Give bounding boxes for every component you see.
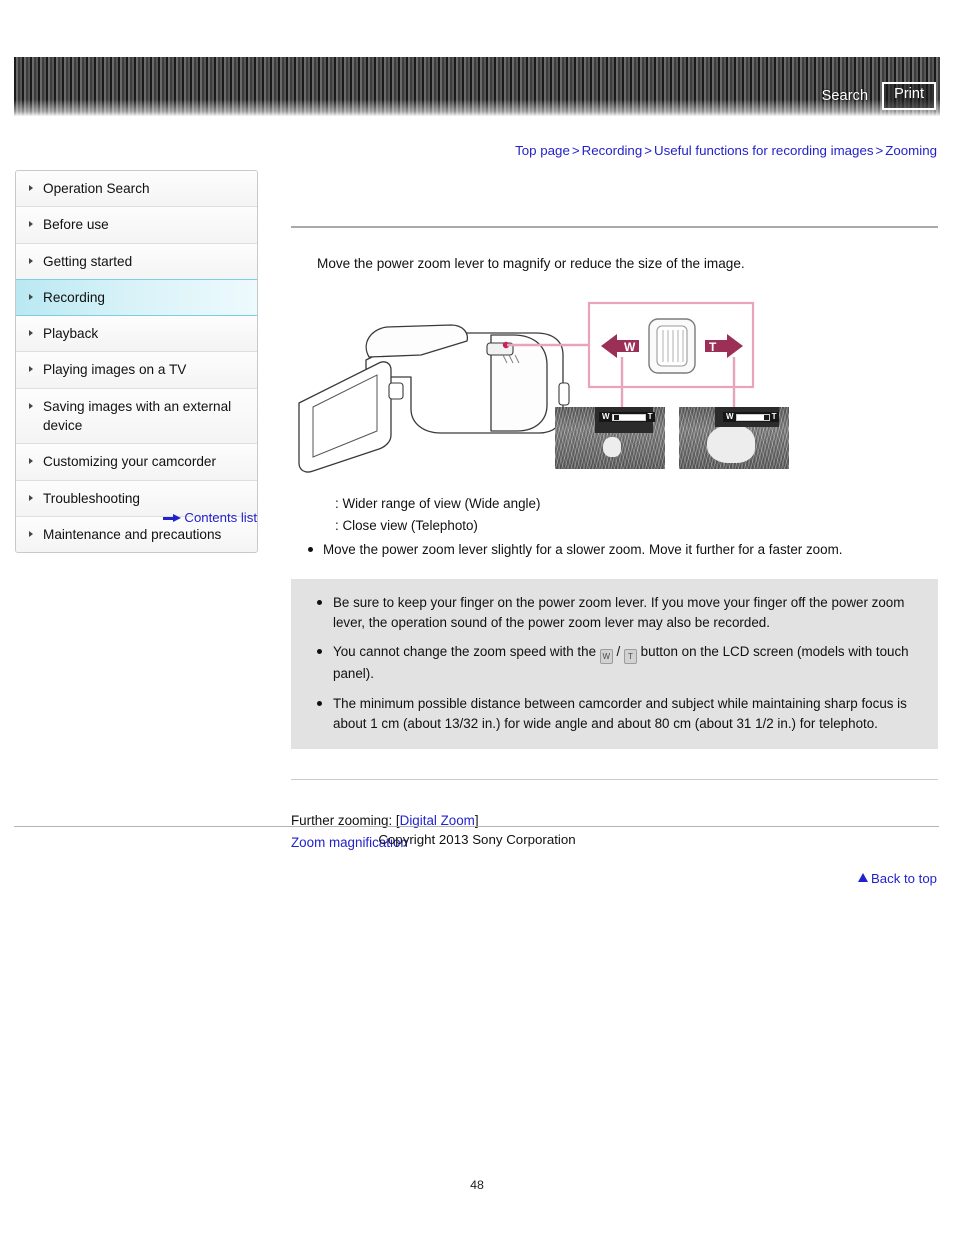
contents-list-link[interactable]: Contents list	[163, 510, 257, 525]
note-item: You cannot change the zoom speed with th…	[309, 642, 920, 684]
zoom-lever-figure: W T W T W T	[291, 285, 939, 485]
intro-paragraph: Move the power zoom lever to magnify or …	[317, 256, 745, 271]
legend-wide-angle: : Wider range of view (Wide angle)	[317, 493, 939, 515]
sidebar-item-label: Troubleshooting	[43, 490, 140, 506]
chevron-right-icon	[29, 221, 33, 228]
chevron-right-icon	[29, 458, 33, 465]
copyright-text: Copyright 2013 Sony Corporation	[378, 832, 576, 847]
zoom-bar-knob	[613, 414, 619, 420]
sidebar-item-getting-started[interactable]: Getting started	[16, 243, 257, 280]
breadcrumb-item-top-page[interactable]: Top page	[515, 143, 570, 158]
note-text-between: /	[612, 644, 624, 660]
print-button[interactable]: Print	[882, 82, 936, 110]
sidebar-item-playing-images-on-a-tv[interactable]: Playing images on a TV	[16, 352, 257, 389]
chevron-right-icon	[29, 366, 33, 373]
triangle-up-icon	[858, 872, 869, 882]
sidebar-item-label: Operation Search	[43, 181, 150, 196]
sidebar: Operation Search Before use Getting star…	[15, 170, 258, 554]
contents-list-row: Contents list	[15, 509, 258, 527]
breadcrumb-separator: >	[571, 143, 580, 158]
sidebar-item-saving-images-external-device[interactable]: Saving images with an external device	[16, 388, 257, 445]
zoom-bar-w-label: W	[726, 412, 734, 421]
cat-subject	[707, 425, 755, 463]
footer-divider	[14, 826, 939, 827]
note-item: The minimum possible distance between ca…	[309, 694, 920, 735]
zoom-wide-button-icon: W	[599, 649, 613, 665]
zoom-bar-t-label: T	[771, 412, 777, 421]
legend-wide-angle-label: : Wider range of view (Wide angle)	[335, 496, 541, 511]
back-to-top-row: Back to top	[291, 870, 939, 888]
note-text: The minimum possible distance between ca…	[333, 695, 907, 732]
svg-text:W: W	[624, 340, 636, 354]
breadcrumb-item-zooming[interactable]: Zooming	[885, 143, 937, 158]
sidebar-item-label: Playback	[43, 326, 99, 342]
cat-subject	[603, 437, 621, 457]
chevron-right-icon	[29, 530, 33, 537]
sidebar-item-before-use[interactable]: Before use	[16, 207, 257, 244]
breadcrumb-item-recording[interactable]: Recording	[582, 143, 643, 158]
back-to-top-link[interactable]: Back to top	[858, 871, 937, 886]
svg-text:T: T	[709, 340, 717, 354]
photo-wide-angle: W T	[555, 407, 665, 469]
zoom-indicator-wide: W T	[599, 412, 656, 422]
page-number: 48	[470, 1178, 484, 1192]
legend-telephoto: : Close view (Telephoto)	[317, 515, 939, 537]
content-top-divider	[291, 226, 938, 228]
sidebar-item-label: Before use	[43, 217, 109, 233]
chevron-right-icon	[29, 185, 33, 191]
photo-telephoto: W T	[679, 407, 789, 469]
sidebar-item-label: Saving images with an external device	[43, 398, 232, 434]
zoom-bar-track	[735, 413, 770, 421]
zoom-bar-knob	[763, 414, 769, 420]
further-zooming-line: Further zooming: [Digital Zoom]	[291, 810, 939, 832]
sidebar-item-playback[interactable]: Playback	[16, 316, 257, 353]
zoom-tele-button-icon: T	[623, 649, 637, 665]
sidebar-item-label: Customizing your camcorder	[43, 454, 217, 470]
chevron-right-icon	[29, 293, 33, 300]
breadcrumb-separator: >	[875, 143, 884, 158]
back-to-top-label: Back to top	[871, 870, 937, 886]
zoom-bar-w-label: W	[602, 412, 610, 421]
chevron-right-icon	[29, 402, 33, 409]
header-controls: Search Print	[822, 82, 936, 110]
sidebar-item-label: Recording	[43, 289, 105, 305]
note-item: Be sure to keep your finger on the power…	[309, 593, 920, 634]
content-bottom-divider	[291, 779, 938, 781]
sidebar-item-operation-search[interactable]: Operation Search	[16, 171, 257, 208]
legend-telephoto-label: : Close view (Telephoto)	[335, 517, 478, 533]
note-text: You cannot change the zoom speed with th…	[333, 644, 600, 660]
breadcrumb-item-useful-functions[interactable]: Useful functions for recording images	[654, 143, 874, 158]
contents-list-label: Contents list	[184, 510, 257, 525]
sidebar-item-label: Playing images on a TV	[43, 362, 187, 378]
tip-line: Move the power zoom lever slightly for a…	[301, 540, 939, 560]
sidebar-item-label: Maintenance and precautions	[43, 526, 222, 542]
chevron-right-icon	[29, 494, 33, 501]
arrow-right-icon	[163, 514, 182, 523]
notes-box: Be sure to keep your finger on the power…	[291, 578, 938, 750]
zoom-bar-t-label: T	[647, 412, 653, 421]
note-text: Be sure to keep your finger on the power…	[333, 594, 905, 630]
chevron-right-icon	[29, 330, 33, 337]
figure-legend: : Wider range of view (Wide angle) : Clo…	[317, 493, 939, 536]
header-banner	[14, 57, 940, 116]
sidebar-item-label: Getting started	[43, 253, 133, 269]
search-link[interactable]: Search	[822, 88, 869, 104]
sidebar-item-recording[interactable]: Recording	[16, 278, 257, 317]
breadcrumb: Top page > Recording > Useful functions for …	[515, 143, 937, 158]
breadcrumb-separator: >	[644, 143, 652, 158]
zoom-indicator-telephoto: W T	[723, 412, 780, 422]
sidebar-item-customizing-your-camcorder[interactable]: Customizing your camcorder	[16, 444, 257, 481]
chevron-right-icon	[29, 257, 33, 264]
main-content: Move the power zoom lever to magnify or …	[291, 170, 939, 888]
zoom-bar-track	[611, 413, 646, 421]
